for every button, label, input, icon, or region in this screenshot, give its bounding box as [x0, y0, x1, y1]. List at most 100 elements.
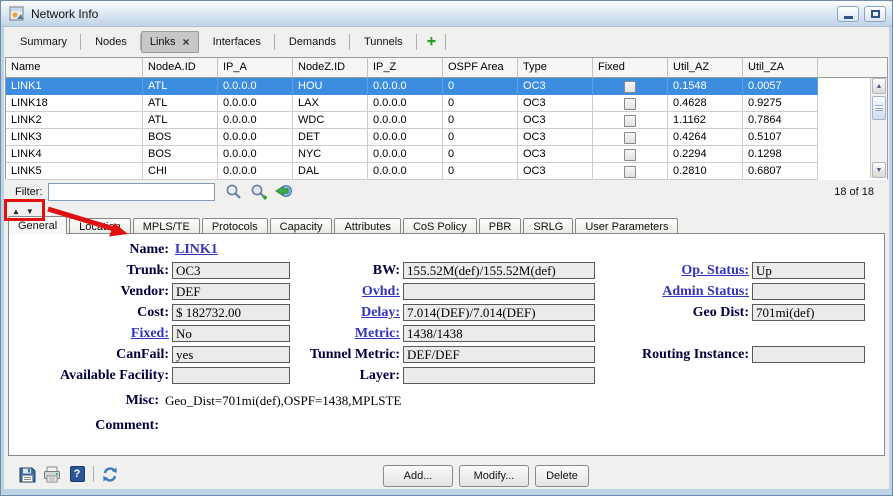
scroll-thumb[interactable] [872, 96, 886, 120]
fixed-checkbox[interactable] [593, 95, 668, 112]
cell-utilza: 0.6807 [743, 163, 818, 180]
cell-utilza: 0.1298 [743, 146, 818, 163]
minimize-button[interactable] [837, 6, 859, 22]
window-title: Network Info [31, 7, 98, 21]
checkbox-icon [624, 98, 636, 110]
table-row[interactable]: LINK1ATL0.0.0.0HOU0.0.0.00OC30.15480.005… [6, 78, 887, 95]
cell-utilza: 0.5107 [743, 129, 818, 146]
window-content: Summary Nodes Links× Interfaces Demands … [4, 27, 889, 489]
column-header-ospf[interactable]: OSPF Area [443, 58, 518, 78]
geo-dist-field: 701mi(def) [752, 304, 865, 321]
detail-tab-cospolicy[interactable]: CoS Policy [403, 218, 477, 234]
tab-summary[interactable]: Summary [6, 31, 81, 53]
modify-button[interactable]: Modify... [459, 465, 529, 487]
search-add-icon[interactable] [250, 183, 268, 201]
maximize-icon [871, 10, 880, 18]
cell-type: OC3 [518, 112, 593, 129]
cell-ospf: 0 [443, 129, 518, 146]
detail-tab-location[interactable]: Location [69, 218, 131, 234]
column-header-nodez[interactable]: NodeZ.ID [293, 58, 368, 78]
op-status-link[interactable]: Op. Status: [595, 263, 752, 279]
ovhd-link[interactable]: Ovhd: [290, 284, 403, 300]
tunnel-metric-label: Tunnel Metric: [290, 347, 403, 363]
cell-ipz: 0.0.0.0 [368, 146, 443, 163]
vertical-scrollbar[interactable]: ▲ ▼ [870, 78, 887, 178]
metric-link[interactable]: Metric: [290, 326, 403, 342]
scroll-down-button[interactable]: ▼ [872, 162, 886, 178]
cell-ipz: 0.0.0.0 [368, 129, 443, 146]
detail-tab-attributes[interactable]: Attributes [334, 218, 400, 234]
fixed-checkbox[interactable] [593, 129, 668, 146]
tab-demands[interactable]: Demands [275, 31, 350, 53]
detail-tab-srlg[interactable]: SRLG [523, 218, 573, 234]
table-row[interactable]: LINK3BOS0.0.0.0DET0.0.0.00OC30.42640.510… [6, 129, 887, 146]
detail-tab-pbr[interactable]: PBR [479, 218, 522, 234]
cell-nodez: HOU [293, 78, 368, 95]
delay-link[interactable]: Delay: [290, 305, 403, 321]
column-header-utilza[interactable]: Util_ZA [743, 58, 818, 78]
column-header-utilaz[interactable]: Util_AZ [668, 58, 743, 78]
cell-ipz: 0.0.0.0 [368, 112, 443, 129]
detail-tab-userparams[interactable]: User Parameters [575, 218, 678, 234]
table-row[interactable]: LINK18ATL0.0.0.0LAX0.0.0.00OC30.46280.92… [6, 95, 887, 112]
column-header-name[interactable]: Name [6, 58, 143, 78]
table-row[interactable]: LINK2ATL0.0.0.0WDC0.0.0.00OC31.11620.786… [6, 112, 887, 129]
fixed-checkbox[interactable] [593, 163, 668, 180]
filter-input[interactable] [48, 183, 215, 201]
help-icon[interactable]: ? [68, 465, 86, 483]
title-bar: Network Info [1, 1, 892, 27]
tab-links[interactable]: Links × [141, 31, 199, 53]
cell-type: OC3 [518, 163, 593, 180]
add-button[interactable]: Add... [383, 465, 453, 487]
detail-tab-capacity[interactable]: Capacity [270, 218, 333, 234]
delete-button[interactable]: Delete [535, 465, 589, 487]
column-header-fixed[interactable]: Fixed [593, 58, 668, 78]
maximize-button[interactable] [864, 6, 886, 22]
tab-label: Tunnels [364, 36, 403, 48]
cell-name: LINK4 [6, 146, 143, 163]
cell-nodea: ATL [143, 78, 218, 95]
column-header-nodea[interactable]: NodeA.ID [143, 58, 218, 78]
cell-utilaz: 0.2294 [668, 146, 743, 163]
table-row[interactable]: LINK5CHI0.0.0.0DAL0.0.0.00OC30.28100.680… [6, 163, 887, 180]
tab-interfaces[interactable]: Interfaces [199, 31, 275, 53]
detail-tab-mplste[interactable]: MPLS/TE [133, 218, 200, 234]
fixed-link[interactable]: Fixed: [9, 326, 172, 342]
annotation-highlight-rect [4, 199, 45, 221]
save-icon[interactable] [18, 465, 36, 483]
print-icon[interactable] [43, 465, 61, 483]
tab-tunnels[interactable]: Tunnels [350, 31, 417, 53]
admin-status-link[interactable]: Admin Status: [595, 284, 752, 300]
cell-nodez: WDC [293, 112, 368, 129]
name-link[interactable]: LINK1 [172, 242, 290, 258]
refresh-icon[interactable] [101, 465, 119, 483]
column-header-type[interactable]: Type [518, 58, 593, 78]
filter-label: Filter: [15, 186, 43, 198]
table-row[interactable]: LINK4BOS0.0.0.0NYC0.0.0.00OC30.22940.129… [6, 146, 887, 163]
cell-utilaz: 1.1162 [668, 112, 743, 129]
column-header-ipz[interactable]: IP_Z [368, 58, 443, 78]
cell-ipz: 0.0.0.0 [368, 163, 443, 180]
fixed-checkbox[interactable] [593, 146, 668, 163]
cell-type: OC3 [518, 146, 593, 163]
scroll-up-button[interactable]: ▲ [872, 78, 886, 94]
detail-tab-protocols[interactable]: Protocols [202, 218, 268, 234]
cell-utilza: 0.7864 [743, 112, 818, 129]
tab-label: Summary [20, 36, 67, 48]
search-go-icon[interactable] [275, 183, 293, 201]
close-tab-icon[interactable]: × [183, 37, 190, 47]
cell-ipa: 0.0.0.0 [218, 95, 293, 112]
cell-type: OC3 [518, 95, 593, 112]
column-header-ipa[interactable]: IP_A [218, 58, 293, 78]
search-icon[interactable] [225, 183, 243, 201]
routing-instance-label: Routing Instance: [595, 347, 752, 363]
cell-ipa: 0.0.0.0 [218, 78, 293, 95]
fixed-checkbox[interactable] [593, 78, 668, 95]
tab-label: Links [150, 36, 176, 48]
view-tabs: Summary Nodes Links× Interfaces Demands … [6, 29, 887, 55]
cell-nodea: ATL [143, 112, 218, 129]
add-tab-button[interactable]: + [417, 31, 446, 53]
tab-nodes[interactable]: Nodes [81, 31, 141, 53]
grip-icon [875, 105, 883, 111]
fixed-checkbox[interactable] [593, 112, 668, 129]
